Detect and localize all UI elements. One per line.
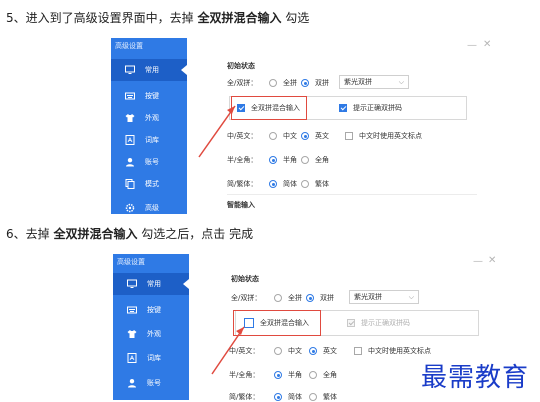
red-arrow-2	[211, 326, 245, 375]
watermark-logo: 最需教育	[421, 363, 530, 393]
